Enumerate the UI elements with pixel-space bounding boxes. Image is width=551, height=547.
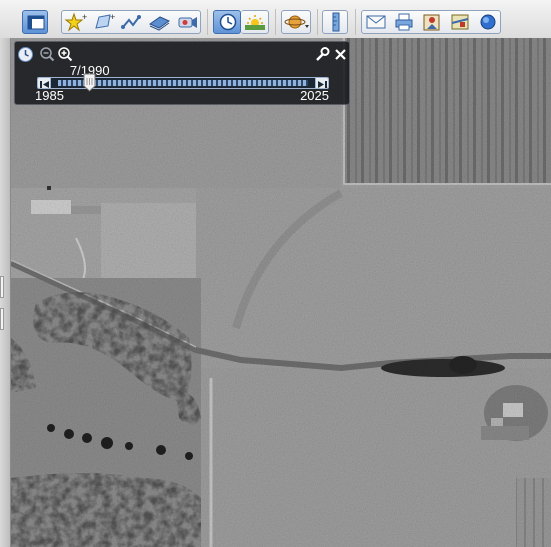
strip-handle[interactable] bbox=[0, 308, 4, 330]
clock-icon bbox=[219, 13, 237, 31]
add-image-overlay-button[interactable] bbox=[146, 11, 174, 33]
toolbar: + + bbox=[0, 0, 551, 39]
close-button[interactable] bbox=[332, 46, 349, 63]
planets-button[interactable] bbox=[281, 10, 311, 34]
sidebar-collapsed-strip[interactable] bbox=[0, 38, 11, 547]
settings-button[interactable] bbox=[314, 46, 331, 63]
sidebar-toggle-button[interactable] bbox=[22, 10, 48, 34]
end-year-label: 2025 bbox=[300, 88, 329, 103]
globe-icon bbox=[480, 14, 496, 30]
image-overlay-icon bbox=[148, 16, 171, 31]
svg-text:+: + bbox=[110, 12, 115, 22]
sidebar-icon bbox=[27, 15, 45, 30]
record-tour-icon bbox=[178, 17, 197, 28]
svg-text:+: + bbox=[82, 12, 87, 22]
envelope-icon bbox=[366, 15, 386, 29]
ruler-icon bbox=[332, 12, 340, 32]
zoom-in-button[interactable] bbox=[57, 46, 74, 63]
share-tools-group bbox=[361, 10, 501, 34]
path-icon bbox=[121, 15, 141, 29]
printer-icon bbox=[395, 13, 413, 31]
sunlight-button[interactable] bbox=[241, 10, 269, 34]
historical-imagery-toggle[interactable] bbox=[17, 46, 34, 63]
polygon-icon: + bbox=[95, 12, 115, 29]
historical-imagery-button[interactable] bbox=[213, 10, 241, 34]
zoom-in-icon bbox=[58, 47, 73, 62]
pushpin-star-icon: + bbox=[64, 12, 87, 32]
view-in-maps-button[interactable] bbox=[446, 11, 474, 33]
add-tools-group: + + bbox=[61, 10, 201, 34]
aerial-imagery[interactable] bbox=[11, 38, 551, 547]
zoom-out-button[interactable] bbox=[39, 46, 56, 63]
map-view[interactable] bbox=[11, 38, 551, 547]
start-year-label: 1985 bbox=[35, 88, 64, 103]
time-slider-thumb[interactable] bbox=[83, 73, 96, 92]
zoom-out-icon bbox=[40, 47, 55, 62]
clock-icon bbox=[18, 47, 33, 62]
time-slider-panel: 7/1990 1985 2025 bbox=[14, 41, 350, 105]
earth-button[interactable] bbox=[474, 11, 502, 33]
add-path-button[interactable] bbox=[118, 11, 146, 33]
record-tour-button[interactable] bbox=[174, 11, 202, 33]
time-slider-track[interactable] bbox=[37, 77, 329, 89]
save-image-button[interactable] bbox=[418, 11, 446, 33]
sun-icon bbox=[245, 15, 265, 30]
print-button[interactable] bbox=[390, 11, 418, 33]
add-polygon-button[interactable]: + bbox=[90, 11, 118, 33]
wrench-icon bbox=[316, 47, 330, 61]
map-icon bbox=[451, 14, 469, 30]
save-image-icon bbox=[423, 14, 440, 31]
ruler-button[interactable] bbox=[322, 10, 348, 34]
strip-handle[interactable] bbox=[0, 276, 4, 298]
planet-icon bbox=[284, 15, 309, 29]
add-placemark-button[interactable]: + bbox=[62, 11, 90, 33]
close-icon bbox=[335, 49, 346, 60]
email-button[interactable] bbox=[362, 11, 390, 33]
